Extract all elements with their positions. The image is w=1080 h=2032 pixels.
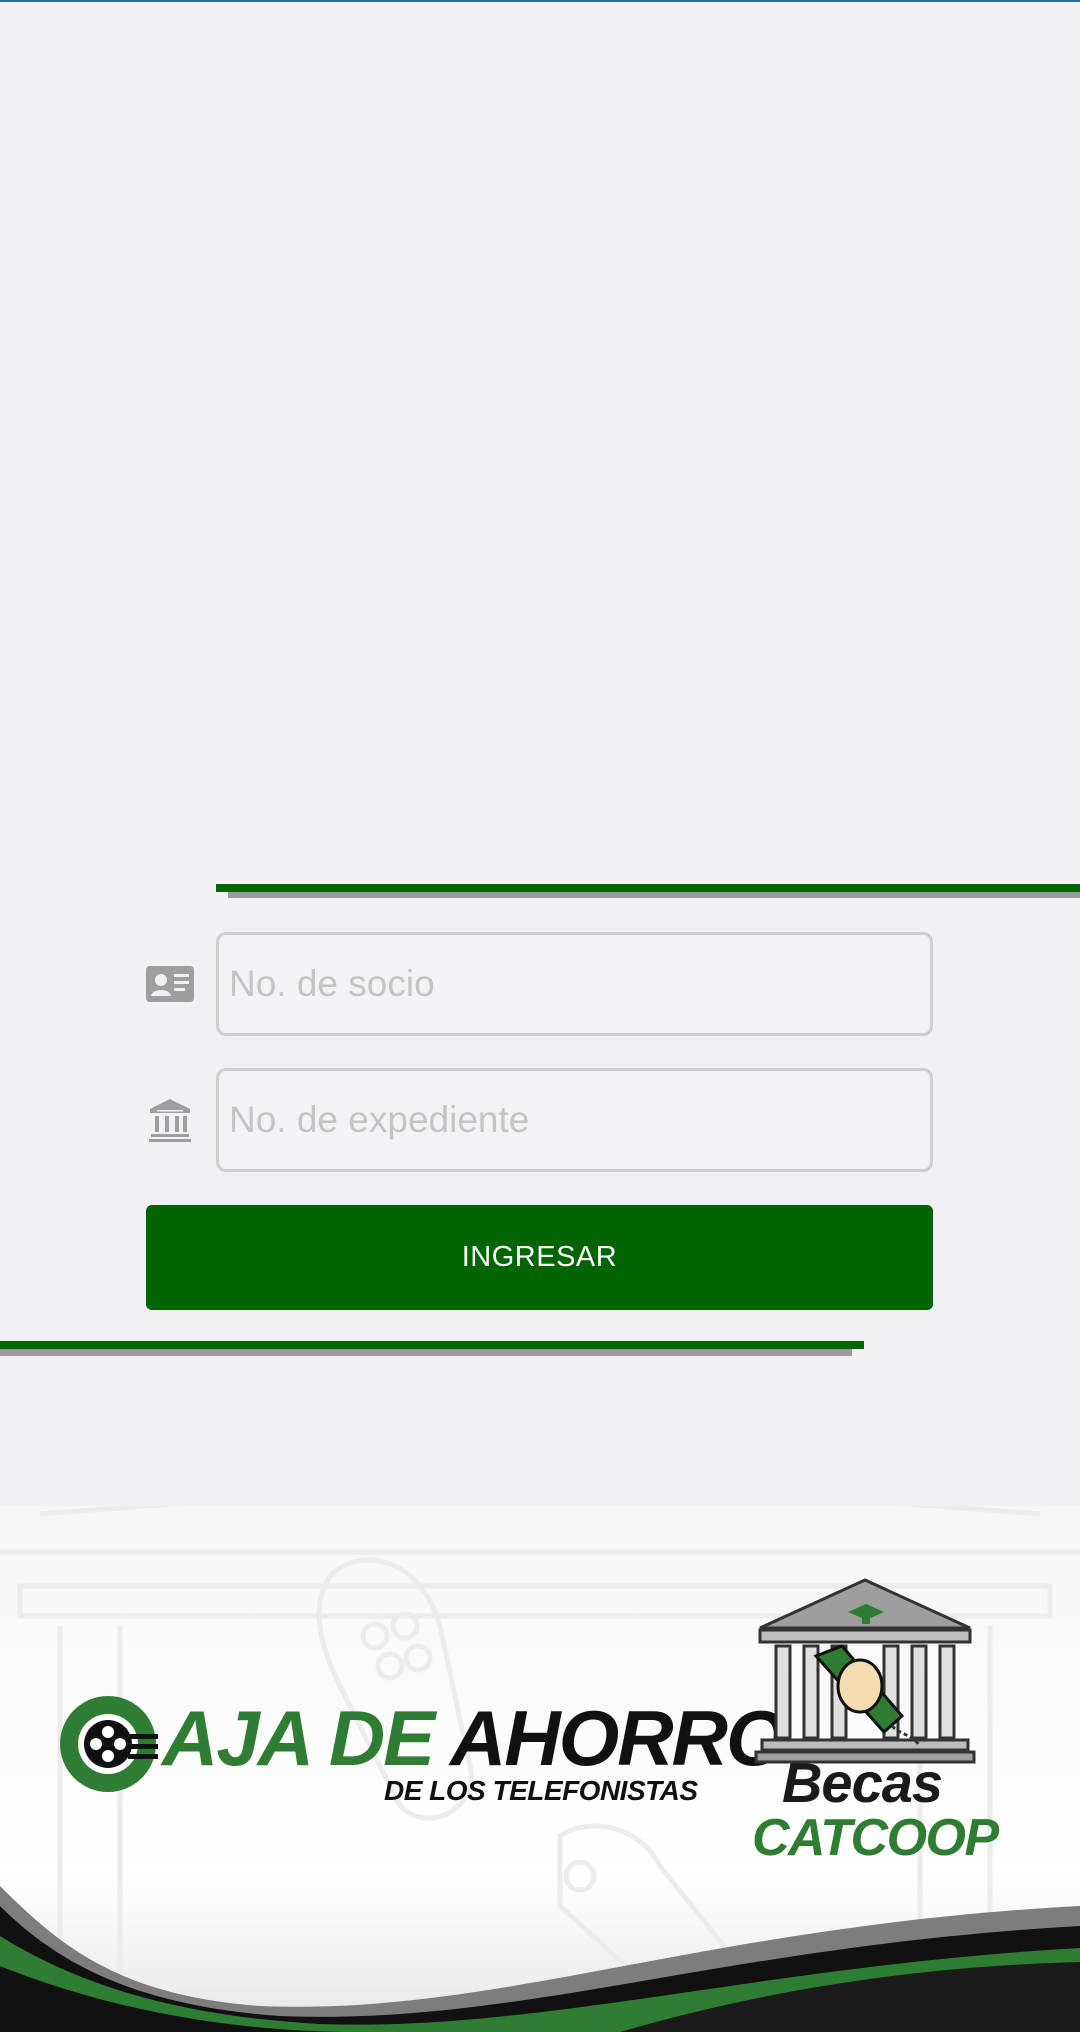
caja-logo-subtitle: DE LOS TELEFONISTAS <box>384 1775 698 1806</box>
caja-de-ahorro-logo: AJA DE AHORRO DE LOS TELEFONISTAS <box>58 1690 787 1810</box>
becas-logo-line1: Becas <box>781 1751 943 1814</box>
becas-logo-line2: CATCOOP <box>752 1809 999 1867</box>
caja-logo-wordmark: AJA DE AHORRO <box>162 1698 787 1778</box>
socio-input[interactable] <box>216 932 933 1036</box>
id-card-icon <box>146 960 194 1008</box>
ingresar-button[interactable]: INGRESAR <box>146 1205 933 1310</box>
footer-wave-decoration <box>0 1886 1080 2032</box>
caja-logo-green-text: AJA DE <box>162 1694 450 1782</box>
becas-building-icon <box>754 1578 976 1764</box>
expediente-input[interactable] <box>216 1068 933 1172</box>
top-divider <box>0 0 1080 2</box>
caja-logo-black-text: AHORRO <box>449 1694 787 1782</box>
becas-catcoop-logo: Becas CATCOOP <box>752 1576 999 1896</box>
film-reel-icon <box>60 1696 158 1792</box>
decorative-rule-bottom-shadow <box>0 1348 852 1356</box>
decorative-rule-bottom <box>0 1341 864 1349</box>
bank-building-icon <box>146 1096 194 1144</box>
footer-banner: AJA DE AHORRO DE LOS TELEFONISTAS Becas <box>0 1506 1080 2032</box>
socio-field-row <box>146 932 933 1036</box>
decorative-rule-top <box>216 884 1080 892</box>
expediente-field-row <box>146 1068 933 1172</box>
